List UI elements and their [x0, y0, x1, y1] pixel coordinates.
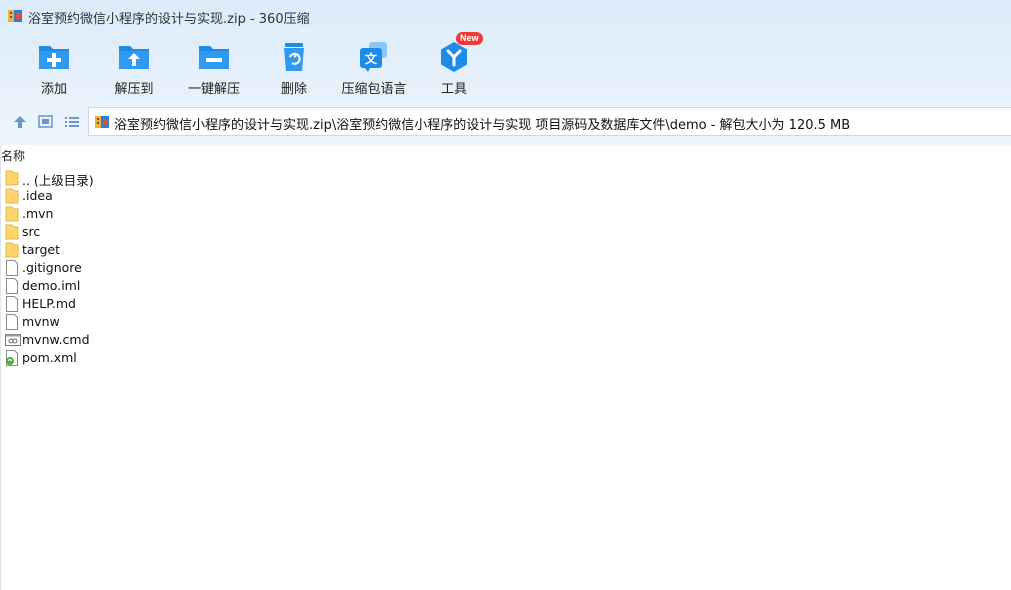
- archive-icon: [94, 114, 110, 130]
- folder-icon: [5, 242, 19, 258]
- tools-button[interactable]: New 工具: [414, 32, 494, 98]
- one-click-extract-button[interactable]: 一键解压: [174, 38, 254, 98]
- folder-icon: [5, 206, 19, 222]
- toolbar: 添加 解压到 一键解压 删除 文 压缩包语言 New 工具: [14, 32, 494, 98]
- delete-button[interactable]: 删除: [254, 38, 334, 98]
- one-click-extract-icon: [199, 46, 229, 69]
- file-icon: [5, 260, 19, 276]
- extract-to-button[interactable]: 解压到: [94, 38, 174, 98]
- navigation-bar: 浴室预约微信小程序的设计与实现.zip\浴室预约微信小程序的设计与实现 项目源码…: [0, 106, 1011, 137]
- archive-icon: [7, 8, 23, 24]
- recycle-bin-icon: [284, 43, 304, 71]
- file-icon: [5, 278, 19, 294]
- current-path: 浴室预约微信小程序的设计与实现.zip\浴室预约微信小程序的设计与实现 项目源码…: [114, 118, 851, 133]
- language-icon: 文: [360, 42, 387, 72]
- title-bar: 浴室预约微信小程序的设计与实现.zip - 360压缩: [0, 0, 1011, 32]
- extract-to-icon: [119, 46, 149, 69]
- list-item[interactable]: pom.xml: [4, 349, 404, 367]
- file-list: 名称 .. (上级目录) .idea .mvn src target .giti…: [0, 145, 1011, 590]
- column-header-name[interactable]: 名称: [1, 147, 25, 164]
- list-item[interactable]: mvnw.cmd: [4, 331, 404, 349]
- window-title: 浴室预约微信小程序的设计与实现.zip - 360压缩: [28, 12, 310, 27]
- file-rows: .. (上级目录) .idea .mvn src target .gitigno…: [4, 169, 404, 367]
- list-item[interactable]: .gitignore: [4, 259, 404, 277]
- path-bar[interactable]: 浴室预约微信小程序的设计与实现.zip\浴室预约微信小程序的设计与实现 项目源码…: [88, 107, 1011, 136]
- list-item[interactable]: .. (上级目录): [4, 169, 404, 188]
- new-badge: New: [456, 32, 483, 45]
- add-folder-icon: [39, 46, 69, 69]
- file-icon: [5, 314, 19, 330]
- svg-text:文: 文: [365, 51, 378, 66]
- thumbnail-view-icon[interactable]: [37, 113, 55, 131]
- list-item[interactable]: mvnw: [4, 313, 404, 331]
- archive-language-button[interactable]: 文 压缩包语言: [334, 38, 414, 98]
- folder-icon: [5, 170, 19, 186]
- xml-file-icon: [5, 350, 19, 366]
- up-arrow-icon[interactable]: [11, 113, 29, 131]
- list-item[interactable]: HELP.md: [4, 295, 404, 313]
- header: 浴室预约微信小程序的设计与实现.zip - 360压缩 添加 解压到 一键解压 …: [0, 0, 1011, 145]
- cmd-file-icon: [5, 332, 21, 348]
- folder-icon: [5, 224, 19, 240]
- tools-icon: [441, 42, 467, 72]
- folder-icon: [5, 188, 19, 204]
- file-icon: [5, 296, 19, 312]
- list-item[interactable]: target: [4, 241, 404, 259]
- list-item[interactable]: demo.iml: [4, 277, 404, 295]
- list-item[interactable]: .mvn: [4, 205, 404, 223]
- list-item[interactable]: .idea: [4, 187, 404, 205]
- list-item[interactable]: src: [4, 223, 404, 241]
- list-view-icon[interactable]: [63, 113, 81, 131]
- add-button[interactable]: 添加: [14, 38, 94, 98]
